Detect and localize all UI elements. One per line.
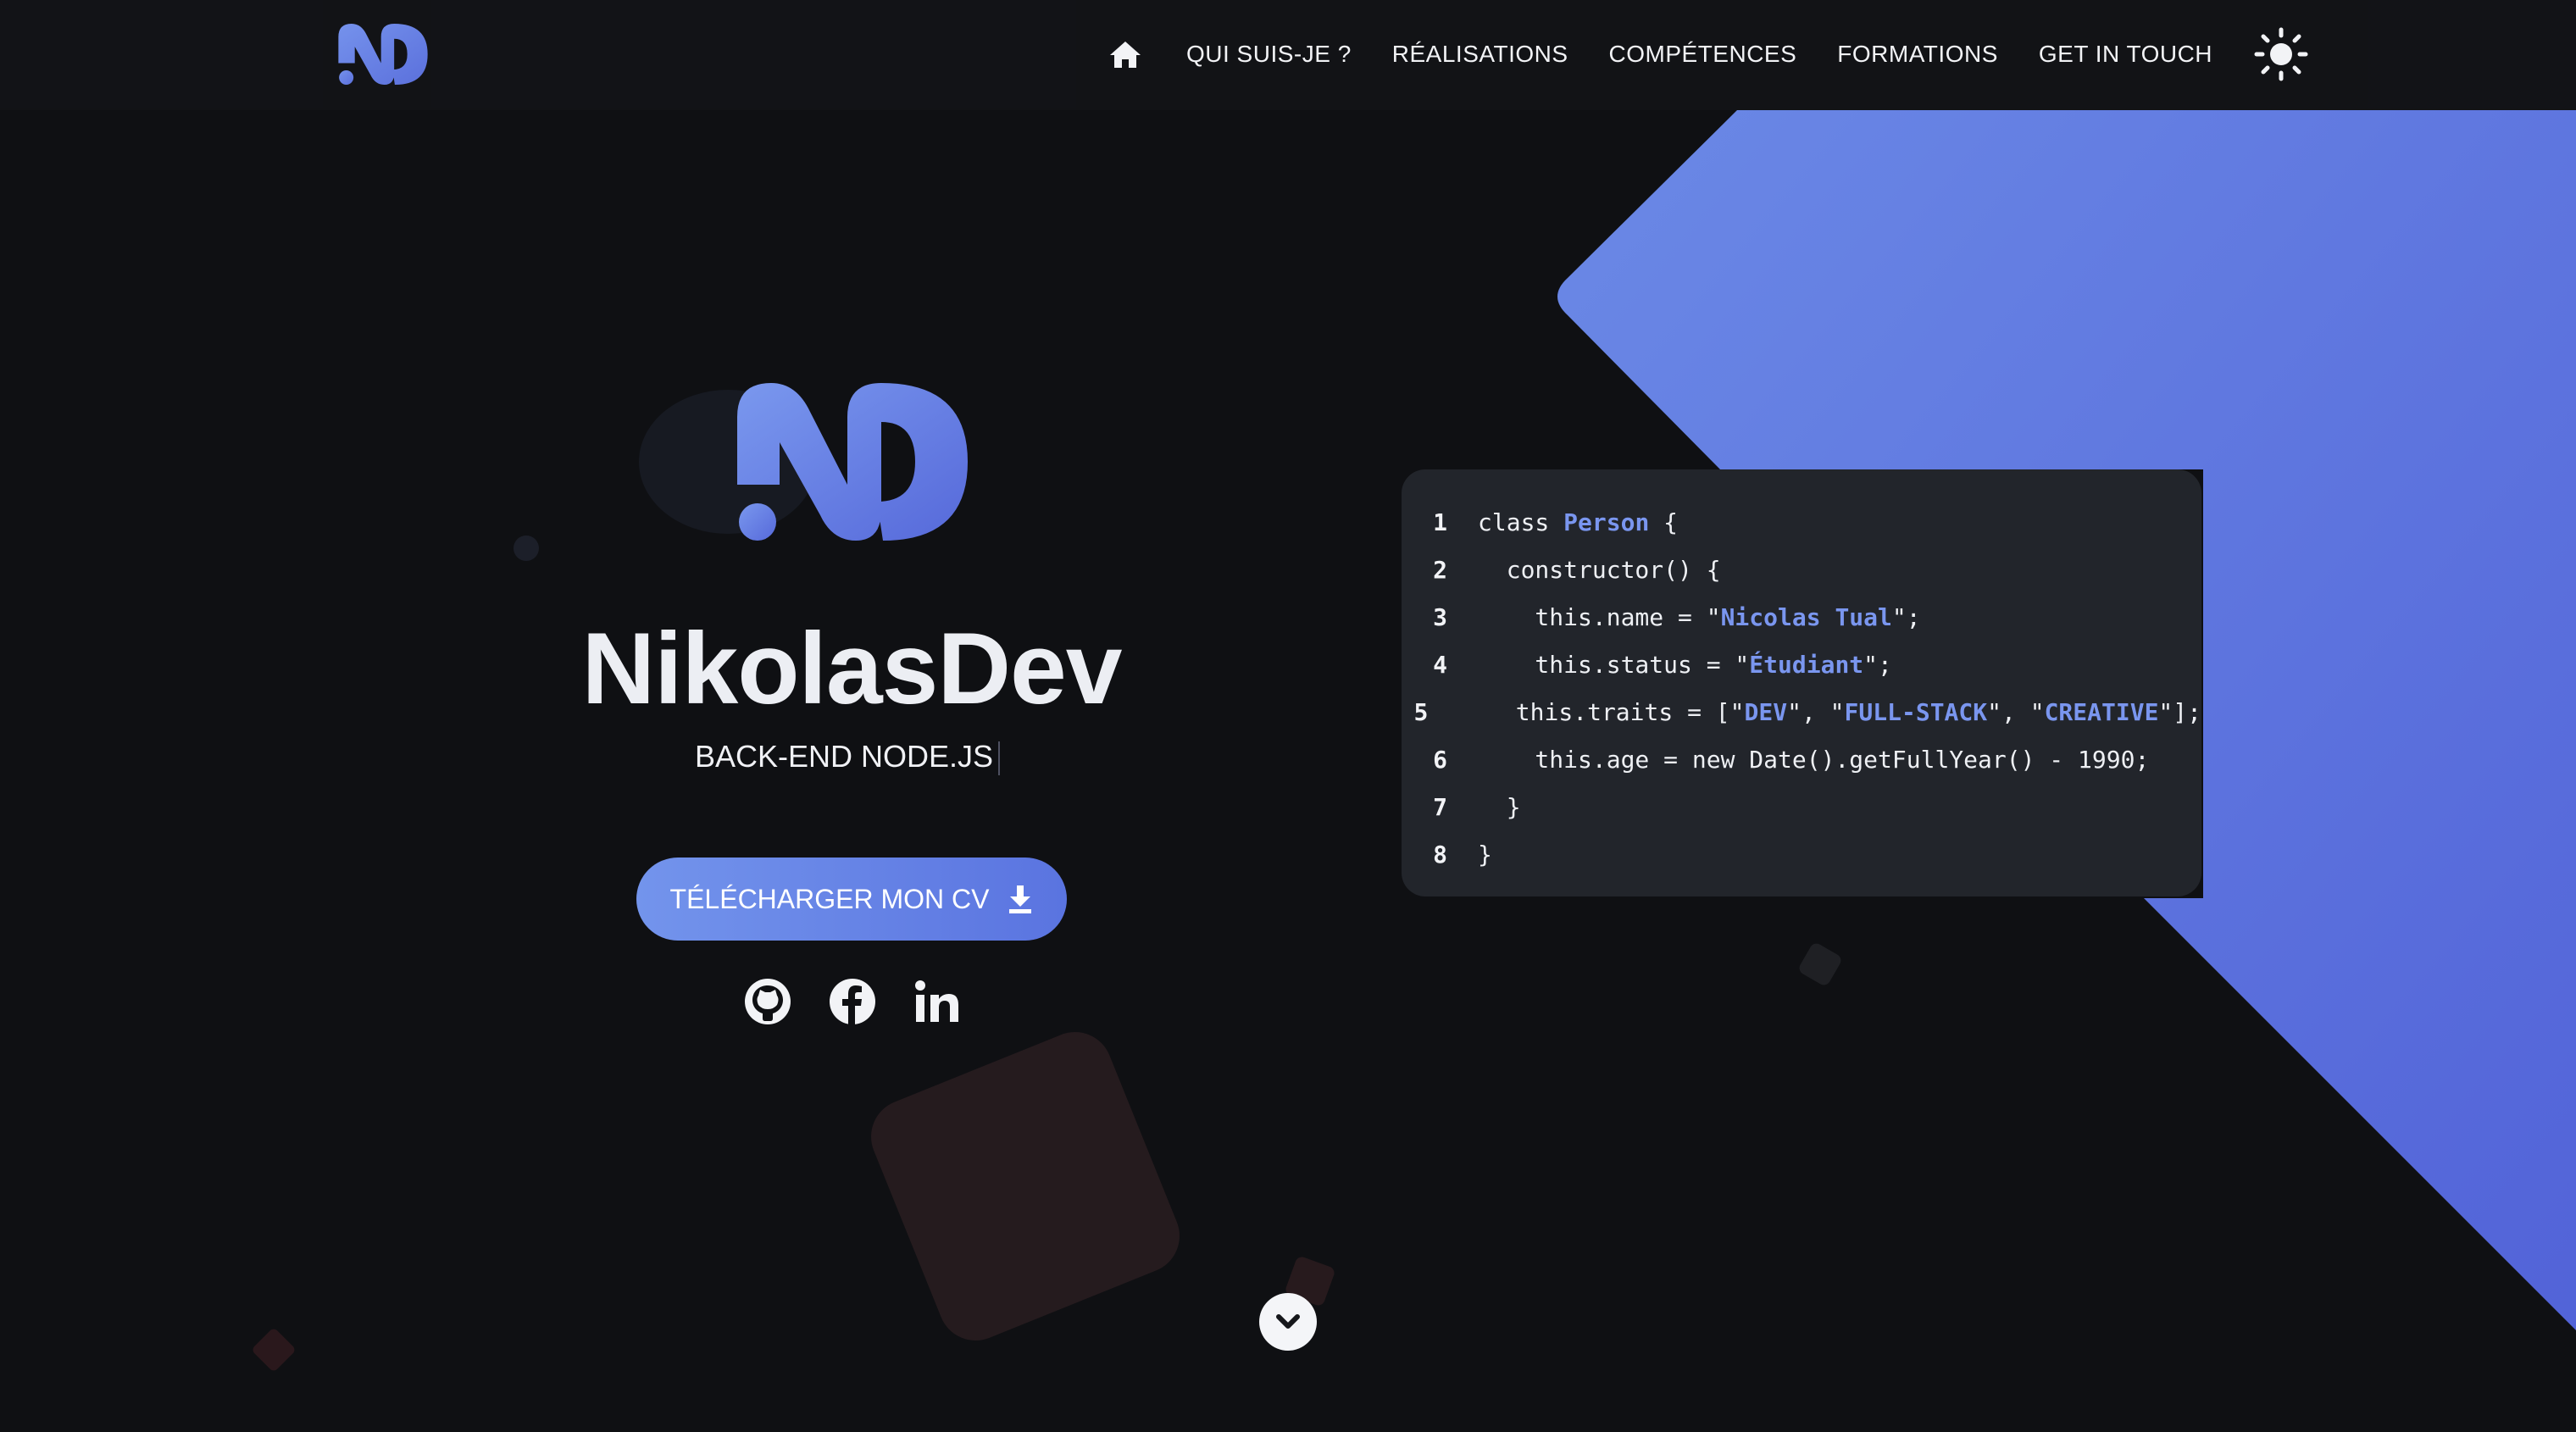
- line-number: 7: [1433, 792, 1447, 821]
- code-string: FULL-STACK: [1844, 697, 1988, 726]
- hero-logo-icon: [737, 383, 968, 541]
- code-text: this.age = new Date().getFullYear() - 19…: [1478, 745, 2150, 774]
- line-number: 3: [1433, 602, 1447, 631]
- code-string: DEV: [1744, 697, 1788, 726]
- code-line: 7 }: [1402, 783, 2201, 830]
- code-text: }: [1478, 840, 1492, 869]
- code-string: CREATIVE: [2044, 697, 2159, 726]
- code-line: 4 this.status = " Étudiant ";: [1402, 641, 2201, 688]
- code-text: this.status = ": [1478, 650, 1750, 679]
- code-text: this.name = ": [1478, 602, 1721, 631]
- code-line: 3 this.name = " Nicolas Tual ";: [1402, 593, 2201, 641]
- nav-item-education[interactable]: FORMATIONS: [1837, 41, 1998, 68]
- code-string: Nicolas Tual: [1720, 602, 1892, 631]
- code-string: Person: [1563, 508, 1650, 536]
- nav-item-contact[interactable]: GET IN TOUCH: [2039, 41, 2212, 68]
- facebook-icon[interactable]: [827, 976, 878, 1027]
- hero-subtitle: BACK-END NODE.JS: [593, 739, 1102, 776]
- download-cv-label: TÉLÉCHARGER MON CV: [669, 883, 990, 914]
- scroll-down-button[interactable]: [1259, 1293, 1317, 1351]
- home-icon[interactable]: [1107, 36, 1144, 73]
- chevron-down-icon: [1276, 1314, 1300, 1329]
- code-text: this.traits = [": [1458, 697, 1745, 726]
- code-text: class: [1478, 508, 1564, 536]
- line-number: 5: [1413, 697, 1429, 726]
- line-number: 8: [1433, 840, 1447, 869]
- line-number: 6: [1433, 745, 1447, 774]
- code-text: ";: [1863, 650, 1892, 679]
- code-text: ", ": [1787, 697, 1845, 726]
- social-links: [742, 976, 963, 1041]
- linkedin-icon[interactable]: [912, 976, 963, 1027]
- nav-item-skills[interactable]: COMPÉTENCES: [1609, 41, 1797, 68]
- code-line: 1 class Person {: [1402, 498, 2201, 546]
- nav-item-about[interactable]: QUI SUIS-JE ?: [1186, 41, 1352, 68]
- code-text: constructor() {: [1478, 555, 1721, 584]
- hero-subtitle-text: BACK-END NODE.JS: [694, 739, 994, 774]
- code-string: Étudiant: [1749, 650, 1864, 679]
- hero-title: NikolasDev: [581, 612, 1123, 725]
- site-header: QUI SUIS-JE ? RÉALISATIONS COMPÉTENCES F…: [0, 0, 2576, 110]
- decorative-dot: [514, 536, 539, 561]
- line-number: 1: [1433, 508, 1447, 536]
- code-text: "];: [2158, 697, 2201, 726]
- typing-caret: [998, 741, 1001, 776]
- code-line: 5 this.traits = [" DEV ", " FULL-STACK ", " C…: [1402, 688, 2201, 735]
- download-cv-button[interactable]: TÉLÉCHARGER MON CV: [636, 858, 1067, 941]
- github-icon[interactable]: [742, 976, 793, 1027]
- logo-icon[interactable]: [337, 24, 429, 85]
- code-text: ", ": [1987, 697, 2045, 726]
- code-line: 6 this.age = new Date().getFullYear() - …: [1402, 735, 2201, 783]
- download-icon: [1009, 885, 1032, 913]
- code-editor-card: 1 class Person {2 constructor() {3 this.n…: [1402, 469, 2201, 896]
- main-nav: QUI SUIS-JE ? RÉALISATIONS COMPÉTENCES F…: [1107, 27, 2309, 81]
- code-text: ";: [1891, 602, 1921, 631]
- code-text: {: [1649, 508, 1679, 536]
- code-text: }: [1478, 792, 1521, 821]
- sun-icon[interactable]: [2253, 26, 2309, 82]
- line-number: 2: [1433, 555, 1447, 584]
- code-line: 8}: [1402, 830, 2201, 878]
- nav-item-projects[interactable]: RÉALISATIONS: [1392, 41, 1568, 68]
- line-number: 4: [1433, 650, 1447, 679]
- code-line: 2 constructor() {: [1402, 546, 2201, 593]
